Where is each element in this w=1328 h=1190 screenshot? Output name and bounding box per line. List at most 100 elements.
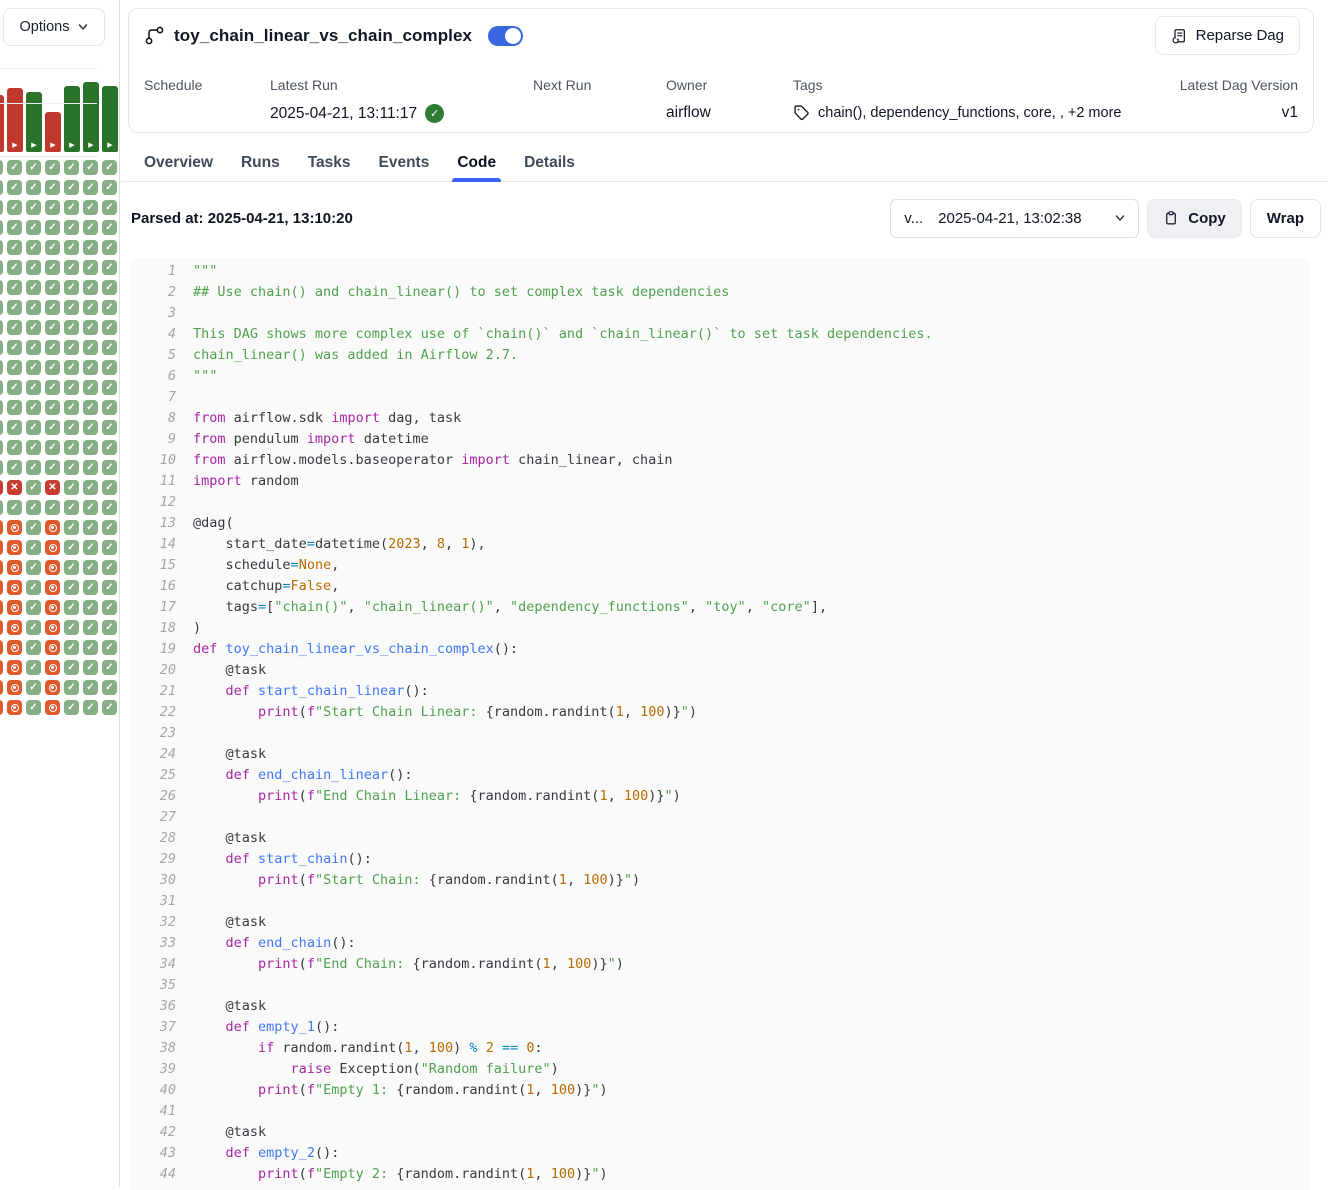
- tab-overview[interactable]: Overview: [130, 144, 227, 181]
- task-instance-cell-success[interactable]: ✓: [26, 640, 41, 655]
- task-instance-cell-success[interactable]: ✓: [7, 320, 22, 335]
- dag-run-bar-success[interactable]: ▶: [83, 82, 99, 152]
- task-instance-cell-success[interactable]: ✓: [83, 300, 98, 315]
- task-instance-cell-success[interactable]: ✓: [64, 360, 79, 375]
- task-instance-cell-success[interactable]: ✓: [0, 380, 3, 395]
- task-instance-cell-success[interactable]: ✓: [7, 440, 22, 455]
- task-instance-cell-success[interactable]: ✓: [64, 500, 79, 515]
- task-instance-cell-success[interactable]: ✓: [7, 260, 22, 275]
- task-instance-cell-upstream_failed[interactable]: [45, 700, 60, 715]
- tab-code[interactable]: Code: [443, 144, 510, 181]
- task-instance-cell-success[interactable]: ✓: [45, 420, 60, 435]
- task-instance-cell-success[interactable]: ✓: [26, 280, 41, 295]
- task-instance-cell-success[interactable]: ✓: [83, 480, 98, 495]
- task-instance-cell-upstream_failed[interactable]: [0, 600, 3, 615]
- task-instance-cell-success[interactable]: ✓: [64, 640, 79, 655]
- task-instance-cell-success[interactable]: ✓: [83, 160, 98, 175]
- task-instance-cell-success[interactable]: ✓: [64, 600, 79, 615]
- task-instance-cell-success[interactable]: ✓: [83, 460, 98, 475]
- dag-run-bar-success[interactable]: ▶: [64, 86, 80, 152]
- task-instance-cell-success[interactable]: ✓: [64, 180, 79, 195]
- reparse-dag-button[interactable]: Reparse Dag: [1155, 16, 1300, 55]
- task-instance-cell-success[interactable]: ✓: [83, 680, 98, 695]
- task-instance-cell-success[interactable]: ✓: [26, 300, 41, 315]
- task-instance-cell-upstream_failed[interactable]: [45, 620, 60, 635]
- task-instance-cell-success[interactable]: ✓: [83, 200, 98, 215]
- task-instance-cell-upstream_failed[interactable]: [0, 520, 3, 535]
- task-instance-cell-success[interactable]: ✓: [102, 700, 117, 715]
- task-instance-cell-upstream_failed[interactable]: [45, 680, 60, 695]
- task-instance-cell-success[interactable]: ✓: [45, 340, 60, 355]
- task-instance-cell-success[interactable]: ✓: [83, 400, 98, 415]
- task-instance-cell-success[interactable]: ✓: [26, 600, 41, 615]
- task-instance-cell-success[interactable]: ✓: [26, 360, 41, 375]
- task-instance-cell-success[interactable]: ✓: [0, 300, 3, 315]
- task-instance-cell-upstream_failed[interactable]: [0, 620, 3, 635]
- task-instance-cell-success[interactable]: ✓: [64, 460, 79, 475]
- task-instance-cell-success[interactable]: ✓: [45, 280, 60, 295]
- task-instance-cell-success[interactable]: ✓: [64, 560, 79, 575]
- task-instance-cell-upstream_failed[interactable]: [45, 660, 60, 675]
- task-instance-cell-success[interactable]: ✓: [64, 440, 79, 455]
- task-instance-cell-upstream_failed[interactable]: [0, 700, 3, 715]
- task-instance-cell-success[interactable]: ✓: [64, 220, 79, 235]
- task-instance-cell-success[interactable]: ✓: [102, 460, 117, 475]
- tab-tasks[interactable]: Tasks: [294, 144, 365, 181]
- task-instance-cell-upstream_failed[interactable]: [0, 680, 3, 695]
- task-instance-cell-success[interactable]: ✓: [64, 680, 79, 695]
- task-instance-cell-upstream_failed[interactable]: [7, 680, 22, 695]
- tab-runs[interactable]: Runs: [227, 144, 294, 181]
- task-instance-cell-success[interactable]: ✓: [102, 560, 117, 575]
- task-instance-cell-success[interactable]: ✓: [102, 540, 117, 555]
- task-instance-cell-success[interactable]: ✓: [83, 520, 98, 535]
- task-instance-cell-upstream_failed[interactable]: [45, 560, 60, 575]
- task-instance-cell-success[interactable]: ✓: [83, 660, 98, 675]
- task-instance-cell-success[interactable]: ✓: [83, 280, 98, 295]
- task-instance-cell-upstream_failed[interactable]: [0, 660, 3, 675]
- task-instance-cell-upstream_failed[interactable]: [7, 660, 22, 675]
- task-instance-cell-success[interactable]: ✓: [102, 380, 117, 395]
- task-instance-cell-success[interactable]: ✓: [0, 400, 3, 415]
- task-instance-cell-success[interactable]: ✓: [26, 540, 41, 555]
- dag-run-bar-failed[interactable]: ▶: [0, 95, 4, 152]
- task-instance-cell-success[interactable]: ✓: [0, 340, 3, 355]
- task-instance-cell-success[interactable]: ✓: [83, 340, 98, 355]
- task-instance-cell-success[interactable]: ✓: [26, 380, 41, 395]
- task-instance-cell-success[interactable]: ✓: [83, 380, 98, 395]
- task-instance-cell-failed[interactable]: ✕: [45, 480, 60, 495]
- task-instance-cell-success[interactable]: ✓: [83, 600, 98, 615]
- task-instance-cell-upstream_failed[interactable]: [0, 640, 3, 655]
- task-instance-cell-success[interactable]: ✓: [45, 380, 60, 395]
- task-instance-cell-success[interactable]: ✓: [0, 360, 3, 375]
- task-instance-cell-success[interactable]: ✓: [26, 500, 41, 515]
- task-instance-cell-success[interactable]: ✓: [83, 500, 98, 515]
- task-instance-cell-success[interactable]: ✓: [7, 300, 22, 315]
- task-instance-cell-success[interactable]: ✓: [102, 200, 117, 215]
- task-instance-cell-success[interactable]: ✓: [83, 700, 98, 715]
- task-instance-cell-success[interactable]: ✓: [7, 280, 22, 295]
- task-instance-cell-success[interactable]: ✓: [45, 500, 60, 515]
- task-instance-cell-success[interactable]: ✓: [0, 160, 3, 175]
- task-instance-cell-success[interactable]: ✓: [26, 260, 41, 275]
- task-instance-cell-success[interactable]: ✓: [102, 320, 117, 335]
- task-instance-cell-success[interactable]: ✓: [102, 680, 117, 695]
- dag-pause-toggle[interactable]: [488, 26, 523, 46]
- task-instance-cell-success[interactable]: ✓: [7, 180, 22, 195]
- task-instance-cell-success[interactable]: ✓: [83, 360, 98, 375]
- task-instance-cell-success[interactable]: ✓: [0, 260, 3, 275]
- task-instance-cell-success[interactable]: ✓: [102, 340, 117, 355]
- task-instance-cell-success[interactable]: ✓: [102, 520, 117, 535]
- wrap-button[interactable]: Wrap: [1250, 199, 1321, 238]
- task-instance-cell-success[interactable]: ✓: [7, 340, 22, 355]
- task-instance-cell-success[interactable]: ✓: [45, 360, 60, 375]
- task-instance-cell-success[interactable]: ✓: [83, 440, 98, 455]
- task-instance-cell-success[interactable]: ✓: [7, 420, 22, 435]
- task-instance-cell-success[interactable]: ✓: [26, 160, 41, 175]
- task-instance-cell-failed[interactable]: ✕: [0, 480, 3, 495]
- task-instance-cell-success[interactable]: ✓: [26, 320, 41, 335]
- task-instance-cell-success[interactable]: ✓: [26, 440, 41, 455]
- dag-run-bar-success[interactable]: ▶: [26, 92, 42, 152]
- task-instance-cell-success[interactable]: ✓: [83, 320, 98, 335]
- task-instance-cell-success[interactable]: ✓: [26, 560, 41, 575]
- task-instance-cell-success[interactable]: ✓: [102, 620, 117, 635]
